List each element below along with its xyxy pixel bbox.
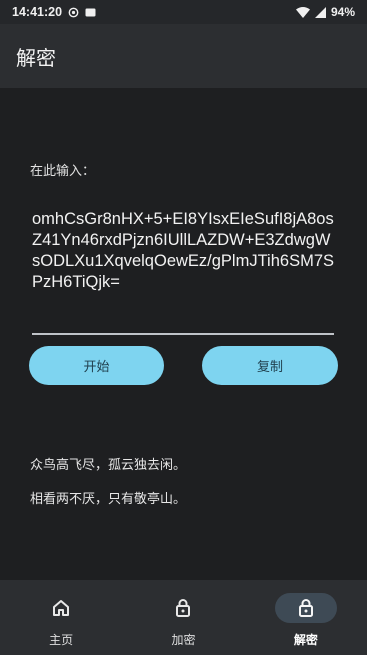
- nav-label-home: 主页: [49, 633, 74, 647]
- status-time: 14:41:20: [12, 5, 63, 19]
- lock-icon: [298, 599, 313, 617]
- output-line: 相看两不厌，只有敬亭山。: [30, 492, 187, 507]
- output-line: 众鸟高飞尽，孤云独去闲。: [30, 458, 187, 473]
- sync-icon: [68, 7, 79, 18]
- cipher-input[interactable]: omhCsGr8nHX+5+EI8YIsxEIeSufI8jA8osZ41Yn4…: [32, 209, 338, 293]
- nav-label-encrypt: 加密: [171, 633, 196, 647]
- wifi-icon: [295, 6, 310, 18]
- lock-icon: [176, 599, 191, 617]
- status-bar: 14:41:20 94%: [0, 0, 367, 24]
- bottom-nav: 主页 加密 解密: [0, 580, 367, 655]
- copy-button[interactable]: 复制: [202, 346, 338, 385]
- home-icon: [53, 600, 70, 616]
- input-label: 在此输入：: [30, 164, 96, 179]
- nav-item-home[interactable]: 主页: [0, 580, 122, 655]
- start-button[interactable]: 开始: [29, 346, 164, 385]
- input-underline: [32, 333, 334, 335]
- page-title: 解密: [16, 45, 56, 70]
- signal-icon: [314, 6, 326, 18]
- battery-percent: 94%: [330, 5, 355, 19]
- app-bar: 解密: [0, 24, 367, 88]
- nav-item-decrypt[interactable]: 解密: [245, 580, 367, 655]
- main-content: 在此输入： omhCsGr8nHX+5+EI8YIsxEIeSufI8jA8os…: [0, 88, 367, 580]
- notification-icon: [85, 8, 96, 17]
- nav-label-decrypt: 解密: [293, 633, 318, 647]
- nav-item-encrypt[interactable]: 加密: [122, 580, 244, 655]
